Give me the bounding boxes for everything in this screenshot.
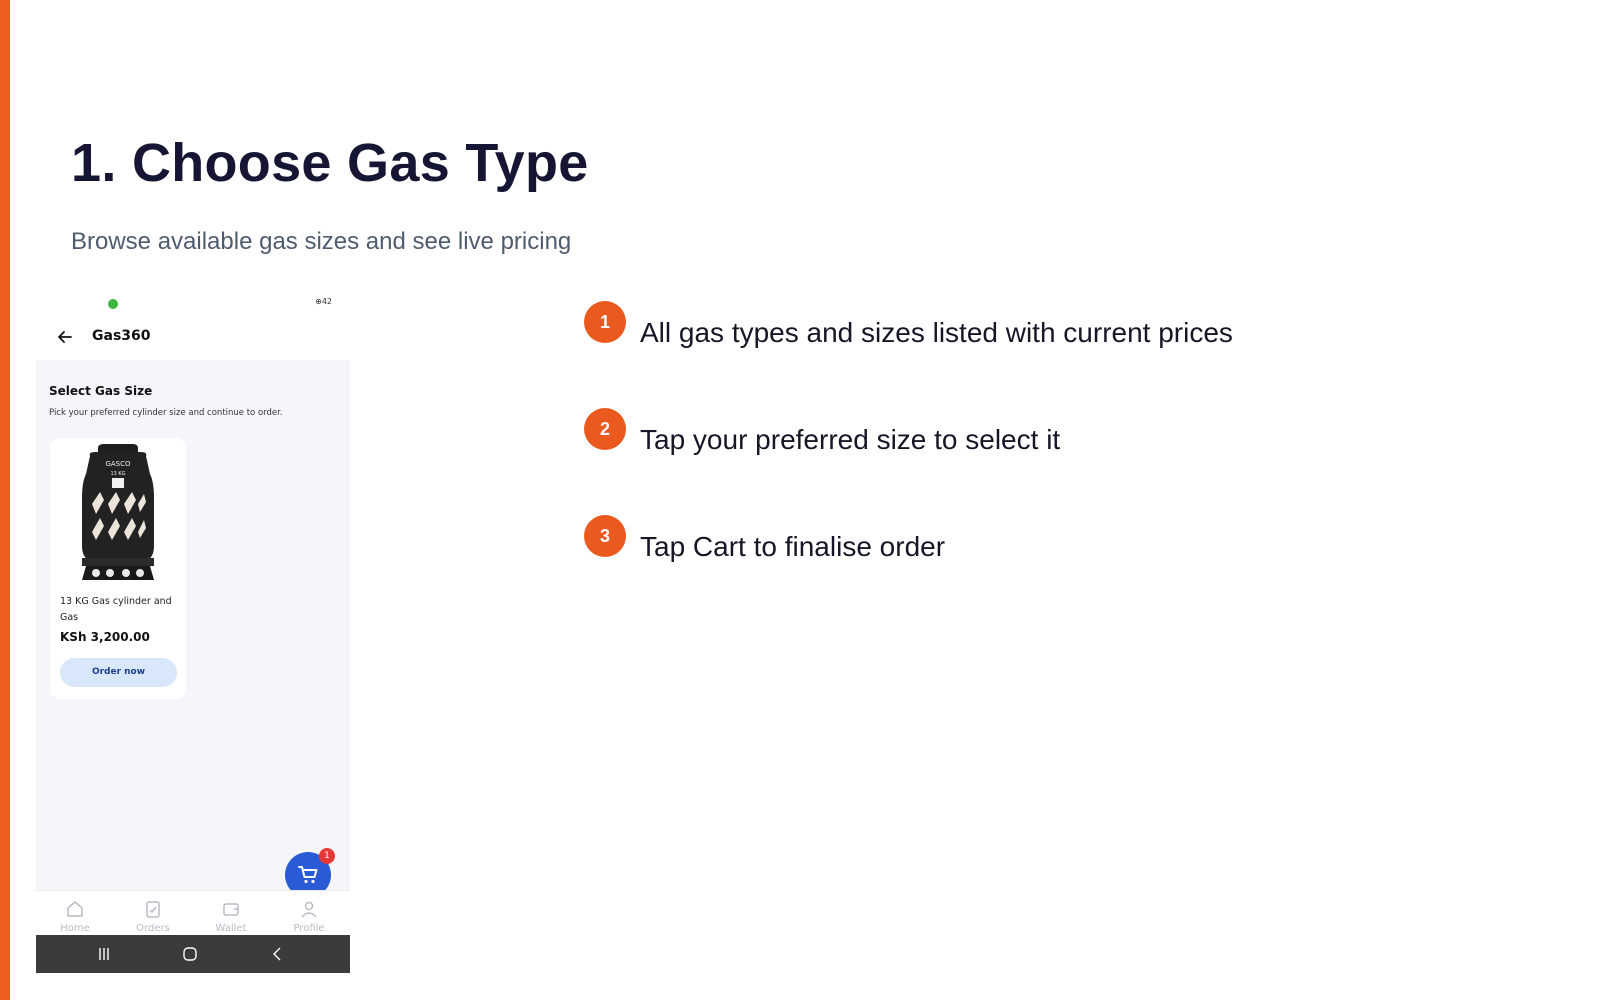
product-card[interactable]: GASCO 13 KG 13 KG Gas cylinder and Gas K…	[50, 438, 186, 699]
nav-label-home: Home	[60, 923, 90, 934]
step-number-badge: 1	[584, 301, 626, 343]
step-text: Tap your preferred size to select it	[640, 424, 1061, 455]
phone-screenshot: ⊕42 Gas360 Select Gas Size Pick your pre…	[36, 292, 350, 973]
nav-item-wallet[interactable]: Wallet	[192, 899, 270, 934]
home-icon	[67, 901, 83, 917]
step-number-badge: 2	[584, 408, 626, 450]
accent-bar	[0, 0, 10, 1000]
status-bar: ⊕42	[36, 292, 350, 314]
product-name: 13 KG Gas cylinder and Gas	[60, 596, 172, 623]
back-chevron-icon[interactable]	[270, 946, 286, 966]
nav-label-orders: Orders	[136, 923, 170, 934]
orders-icon	[146, 901, 160, 918]
profile-icon	[301, 901, 317, 918]
step-text: All gas types and sizes listed with curr…	[640, 317, 1233, 348]
arrow-left-icon[interactable]	[54, 326, 76, 348]
nav-item-profile[interactable]: Profile	[270, 899, 348, 934]
nav-item-orders[interactable]: Orders	[114, 899, 192, 934]
wallet-icon	[223, 903, 239, 916]
slide-title: 1. Choose Gas Type	[71, 133, 589, 193]
gas-cylinder-image: GASCO 13 KG	[68, 442, 168, 586]
svg-text:GASCO: GASCO	[105, 460, 131, 468]
slide-subtitle: Browse available gas sizes and see live …	[71, 228, 572, 255]
cart-icon	[298, 866, 318, 884]
content-area: Select Gas Size Pick your preferred cyli…	[36, 360, 350, 890]
section-title: Select Gas Size	[49, 384, 153, 398]
recent-apps-icon[interactable]	[96, 946, 112, 966]
step-text: Tap Cart to finalise order	[640, 531, 946, 562]
cart-count-badge: 1	[319, 848, 335, 864]
nav-label-profile: Profile	[293, 923, 325, 934]
app-header: Gas360	[36, 314, 350, 360]
notification-dot-icon	[108, 299, 118, 309]
bottom-nav: Home Orders Wallet Profile	[36, 890, 350, 936]
product-price: KSh 3,200.00	[60, 630, 150, 644]
nav-item-home[interactable]: Home	[36, 899, 114, 934]
home-circle-icon[interactable]	[182, 946, 198, 966]
app-title: Gas360	[92, 328, 151, 344]
system-nav-bar	[36, 935, 350, 973]
svg-text:13 KG: 13 KG	[110, 471, 125, 477]
status-indicators: ⊕42	[315, 297, 332, 306]
order-now-button[interactable]: Order now	[60, 658, 177, 687]
nav-label-wallet: Wallet	[215, 923, 247, 934]
step-number-badge: 3	[584, 515, 626, 557]
section-subtitle: Pick your preferred cylinder size and co…	[49, 408, 283, 418]
